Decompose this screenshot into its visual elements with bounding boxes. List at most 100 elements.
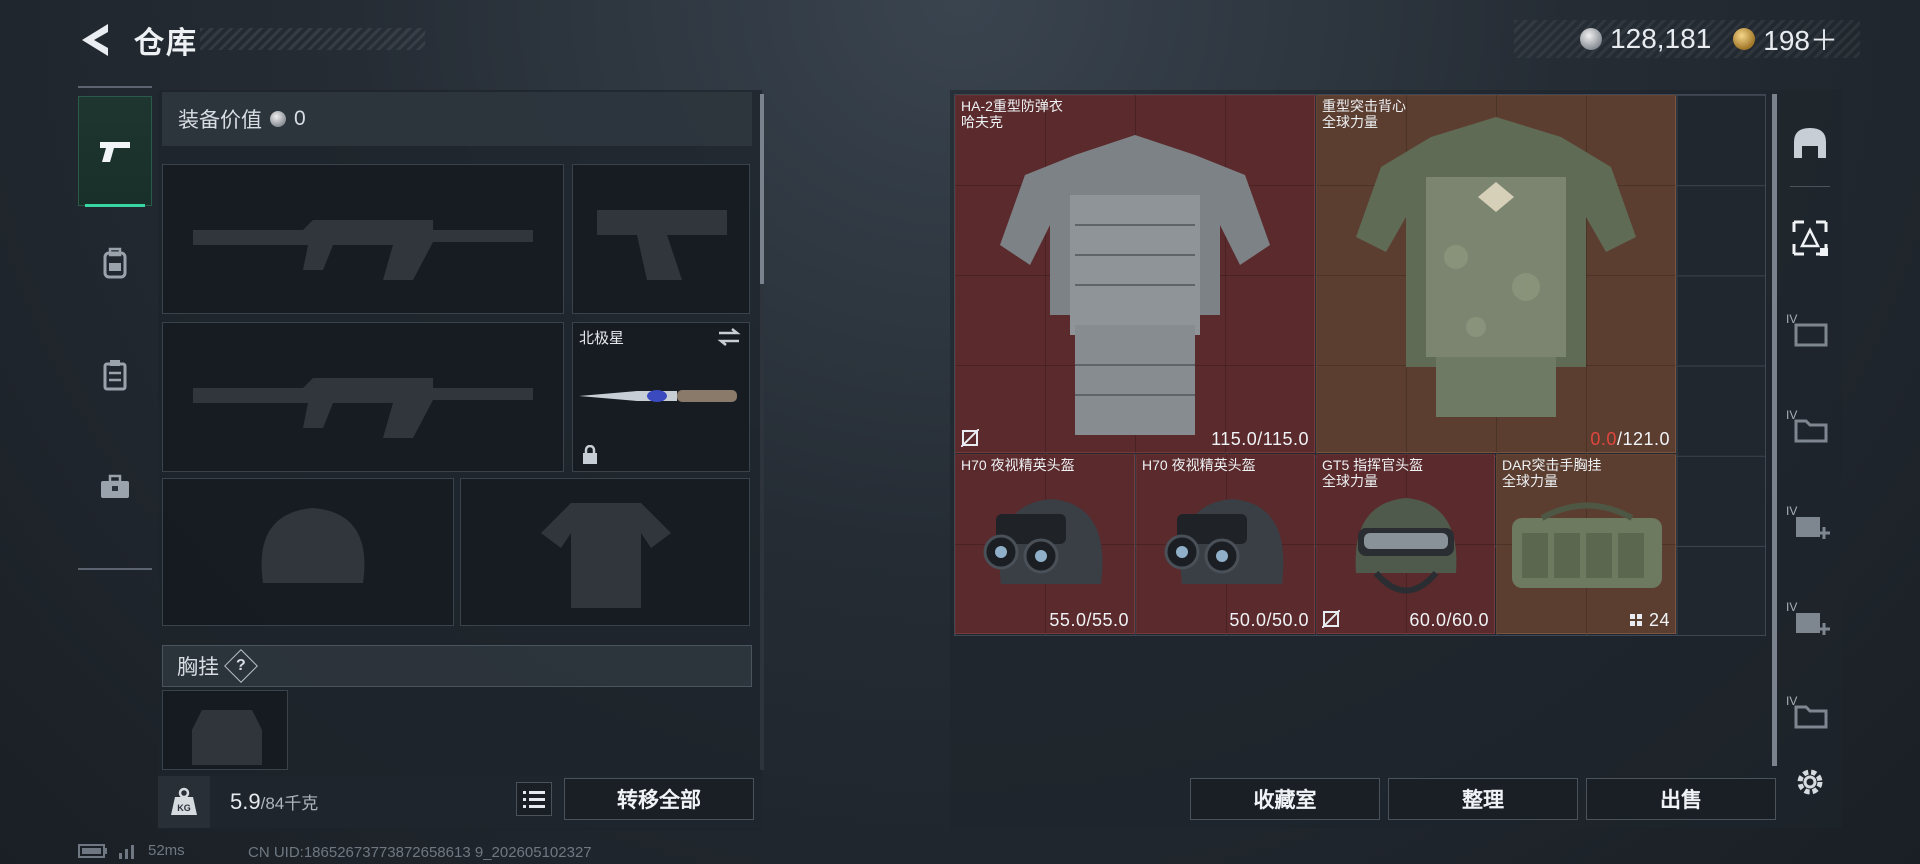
loadout-scrollbar[interactable] xyxy=(760,94,764,770)
storage-item[interactable]: HA-2重型防弹衣 哈夫克 115.0/115.0 xyxy=(955,95,1315,453)
helmet-silhouette-icon xyxy=(261,508,365,583)
primary-weapon-slot[interactable] xyxy=(162,164,564,314)
signal-icon xyxy=(119,844,134,859)
item-brand: 全球力量 xyxy=(1502,473,1558,489)
helmet-slot[interactable] xyxy=(162,478,454,626)
secondary-weapon-slot[interactable] xyxy=(162,322,564,472)
chest-rig-header: 胸挂 ? xyxy=(162,645,752,687)
capture-icon xyxy=(1792,220,1828,256)
armor-silhouette-icon xyxy=(541,503,671,608)
battery-icon xyxy=(78,843,107,858)
durability-value: 50.0/50.0 xyxy=(1229,610,1309,630)
storage-item[interactable]: 重型突击背心 全球力量 0.0/121.0 xyxy=(1316,95,1676,453)
item-name: GT5 指挥官头盔 xyxy=(1322,457,1424,473)
silver-coin-icon xyxy=(270,111,286,127)
weight-current: 5.9 xyxy=(230,789,261,814)
backpack-icon xyxy=(103,247,127,279)
toolbox-tab[interactable] xyxy=(78,432,152,542)
durability-current-low: 0.0 xyxy=(1590,429,1617,449)
no-repair-icon xyxy=(1322,610,1340,628)
sell-button[interactable]: 出售 xyxy=(1586,778,1776,820)
user-uid: CN UID:18652673773872658613 9_2026051023… xyxy=(248,844,592,861)
case-icon xyxy=(103,360,127,391)
silver-coin-value: 128,181 xyxy=(1610,23,1712,54)
nvg-helmet-icon xyxy=(1164,499,1284,584)
help-badge[interactable]: ? xyxy=(224,649,258,683)
chest-rig-icon xyxy=(1512,502,1662,588)
rifle-silhouette-icon xyxy=(193,220,533,280)
item-name: H70 夜视精英头盔 xyxy=(961,457,1075,473)
toolbox-icon xyxy=(101,474,129,498)
category-nav xyxy=(78,86,152,570)
vest-icon xyxy=(1356,117,1636,417)
back-button[interactable] xyxy=(78,20,114,60)
armor-icon xyxy=(1000,135,1270,435)
storage-scrollbar[interactable] xyxy=(1772,94,1777,766)
storage-item[interactable]: GT5 指挥官头盔 全球力量 60.0/60.0 xyxy=(1316,454,1495,634)
storage-room-tool[interactable] xyxy=(1784,110,1836,174)
equip-value-bar: 装备价值 0 xyxy=(162,92,752,146)
weapon-tab[interactable] xyxy=(78,96,152,207)
armor-slot[interactable] xyxy=(460,478,750,626)
item-name: 重型突击背心 xyxy=(1322,98,1406,114)
back-arrow-icon xyxy=(82,24,108,56)
rifle-silhouette-icon xyxy=(193,378,533,438)
transfer-all-button[interactable]: 转移全部 xyxy=(564,778,754,820)
equip-value-label: 装备价值 xyxy=(178,109,262,132)
swap-icon[interactable] xyxy=(717,327,741,347)
chest-rig-slot[interactable] xyxy=(162,690,288,770)
storage-page-tool[interactable]: IV xyxy=(1784,396,1836,460)
durability-max: /121.0 xyxy=(1616,429,1670,449)
page-title: 仓库 xyxy=(134,27,198,60)
melee-slot[interactable]: 北极星 xyxy=(572,322,750,472)
gear-icon xyxy=(1797,769,1823,795)
storage-item[interactable]: H70 夜视精英头盔 50.0/50.0 xyxy=(1136,454,1315,634)
item-name: HA-2重型防弹衣 xyxy=(961,98,1063,114)
storage-item[interactable]: H70 夜视精英头盔 55.0/55.0 xyxy=(955,454,1135,634)
weight-max: /84千克 xyxy=(260,794,319,813)
storage-page-tool[interactable]: IV xyxy=(1784,682,1836,746)
currency-bar: 128,181 198＋ xyxy=(1514,20,1860,58)
settings-button[interactable] xyxy=(1784,750,1836,814)
list-view-button[interactable] xyxy=(516,782,552,816)
storage-add-tool[interactable]: IV xyxy=(1784,588,1836,652)
container-tab[interactable] xyxy=(78,320,152,430)
organize-button[interactable]: 整理 xyxy=(1388,778,1578,820)
item-brand: 全球力量 xyxy=(1322,473,1378,489)
list-icon xyxy=(523,791,545,808)
ping-value: 52ms xyxy=(148,842,185,859)
capacity-value: 24 xyxy=(1629,610,1670,631)
capacity-icon xyxy=(1630,614,1643,626)
item-name: DAR突击手胸挂 xyxy=(1502,457,1602,473)
knife-icon xyxy=(579,390,737,402)
no-repair-icon xyxy=(961,429,979,447)
gold-coin-icon xyxy=(1733,28,1756,50)
lock-icon xyxy=(583,445,597,464)
svg-text:KG: KG xyxy=(177,803,191,813)
title-decoration xyxy=(200,28,425,50)
storage-add-tool[interactable]: IV xyxy=(1784,492,1836,556)
pistol-icon xyxy=(100,142,130,162)
silver-coin-icon xyxy=(1580,28,1603,50)
dome-icon xyxy=(1794,128,1826,158)
durability-value: 115.0/115.0 xyxy=(1211,429,1309,449)
commander-helmet-icon xyxy=(1355,498,1457,594)
storage-page-tool[interactable]: IV xyxy=(1784,300,1836,364)
grid-tool-active[interactable] xyxy=(1784,206,1836,270)
chest-rig-label: 胸挂 xyxy=(177,656,219,679)
melee-item-name: 北极星 xyxy=(579,330,625,347)
item-brand: 哈夫克 xyxy=(961,114,1003,130)
backpack-tab[interactable] xyxy=(78,208,152,318)
chest-rig-silhouette-icon xyxy=(192,710,262,765)
gold-coin-value[interactable]: 198＋ xyxy=(1763,19,1838,59)
pistol-slot[interactable] xyxy=(572,164,750,314)
pistol-silhouette-icon xyxy=(597,210,727,280)
durability-value: 0.0/121.0 xyxy=(1590,429,1670,450)
collection-room-button[interactable]: 收藏室 xyxy=(1190,778,1380,820)
weight-readout: 5.9/84千克 xyxy=(230,789,318,815)
durability-value: 55.0/55.0 xyxy=(1049,610,1129,630)
equip-value: 0 xyxy=(294,107,306,130)
storage-item[interactable]: DAR突击手胸挂 全球力量 24 xyxy=(1496,454,1676,634)
durability-value: 60.0/60.0 xyxy=(1409,610,1489,630)
device-status: 52ms xyxy=(78,842,185,859)
